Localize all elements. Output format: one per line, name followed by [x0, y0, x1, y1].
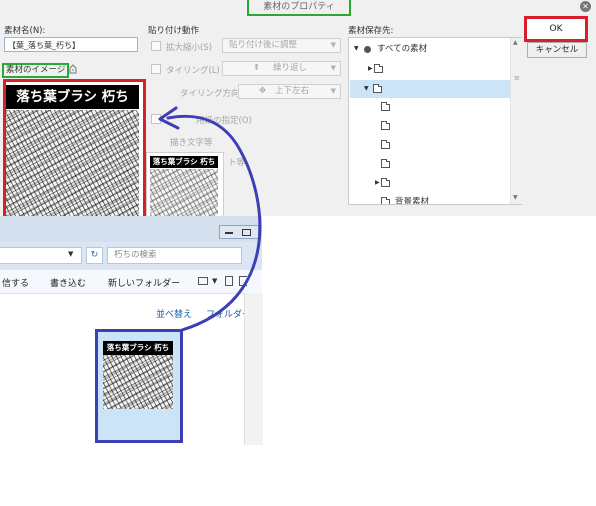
chevron-down-icon[interactable]: ▼	[68, 250, 73, 258]
file-thumbnail-texture	[103, 355, 173, 409]
tiling-direction-label: タイリング方向:	[180, 89, 243, 99]
new-folder-button[interactable]: 新しいフォルダー	[108, 276, 180, 289]
folder-icon	[381, 178, 390, 187]
tiling-checkbox[interactable]	[151, 64, 161, 74]
share-button[interactable]: 信する	[2, 276, 29, 289]
sort-link[interactable]: 並べ替え	[156, 307, 192, 320]
paper-specify-label: 用紙の指定(O)	[196, 116, 252, 126]
scale-select-value: 貼り付け後に調整	[229, 40, 298, 50]
scale-checkbox[interactable]	[151, 41, 161, 51]
chevron-down-icon: ▼	[330, 41, 336, 49]
save-destination-label: 素材保存先:	[348, 26, 394, 36]
refresh-icon[interactable]: ↻	[86, 247, 103, 264]
scale-label: 拡大縮小(S)	[166, 43, 213, 53]
material-image-label: 素材のイメージ	[2, 63, 70, 78]
caret-down-icon: ▼	[364, 85, 369, 92]
scroll-down-icon[interactable]: ▼	[513, 194, 518, 201]
dialog-title: 素材のプロパティ	[247, 0, 351, 16]
folder-icon	[381, 102, 390, 111]
caret-down-icon: ▼	[354, 45, 359, 52]
caret-right-icon: ▶	[375, 179, 380, 186]
tree-item-folder[interactable]: ▶	[350, 60, 512, 78]
tiling-icon: ⇞	[253, 63, 261, 73]
material-name-input[interactable]: 【葉_落ち葉_朽ち】	[4, 37, 138, 52]
tree-item-folder[interactable]	[350, 155, 512, 173]
tiling-label: タイリング(L)	[166, 66, 220, 76]
folder-icon	[381, 197, 390, 204]
tree-partial-label: 背景素材	[395, 197, 430, 205]
burn-button[interactable]: 書き込む	[50, 276, 86, 289]
file-thumbnail-title: 落ち葉ブラシ 朽ち	[103, 341, 173, 355]
tree-item-folder[interactable]	[350, 117, 512, 135]
close-icon[interactable]: ✕	[580, 1, 591, 12]
chevron-down-icon[interactable]: ▼	[212, 277, 217, 285]
folder-icon	[381, 140, 390, 149]
scroll-grip-icon[interactable]: ≡	[514, 74, 520, 82]
search-input[interactable]: 朽ちの検索	[107, 247, 242, 264]
folder-icon	[374, 64, 383, 73]
preview-pane-icon[interactable]	[225, 276, 233, 286]
globe-icon	[364, 46, 371, 53]
tree-item-all-materials[interactable]: ▼ すべての素材	[350, 40, 512, 58]
help-icon[interactable]	[239, 276, 247, 286]
paper-specify-checkbox[interactable]	[151, 114, 161, 124]
open-folder-icon	[373, 84, 382, 93]
tree-item-background[interactable]: 背景素材	[350, 193, 512, 205]
minimize-icon[interactable]	[225, 232, 233, 234]
address-bar[interactable]: ▼	[0, 247, 82, 264]
tree-root-label: すべての素材	[377, 44, 428, 54]
view-options-icon[interactable]	[198, 277, 208, 285]
maximize-icon[interactable]	[242, 229, 251, 236]
extra-label: ト等	[228, 158, 246, 168]
thumbnail-title: 落ち葉ブラシ 朽ち	[150, 156, 218, 168]
tree-scrollbar[interactable]: ▲ ≡ ▼	[510, 38, 522, 204]
material-name-label: 素材名(N):	[4, 26, 46, 36]
window-controls[interactable]	[219, 225, 259, 239]
scroll-up-icon[interactable]: ▲	[513, 39, 518, 46]
preview-title: 落ち葉ブラシ 朽ち	[6, 85, 139, 109]
cancel-button[interactable]: キャンセル	[527, 42, 587, 58]
draw-text-label: 描き文字等	[170, 138, 213, 148]
folder-icon	[381, 121, 390, 130]
tree-item-folder[interactable]: ▶	[350, 174, 512, 192]
thumbnail-texture	[150, 169, 218, 223]
preview-texture	[6, 110, 139, 216]
tiling-select[interactable]: ⇞ 繰り返し ▼	[222, 61, 341, 76]
edit-image-icon[interactable]	[68, 64, 78, 74]
tree-item-folder[interactable]	[350, 136, 512, 154]
tiling-direction-select[interactable]: ✥ 上下左右 ▼	[238, 84, 341, 99]
folder-icon	[381, 159, 390, 168]
explorer-scrollbar[interactable]	[244, 293, 263, 445]
save-destination-tree[interactable]: ▼ すべての素材 ▶ ▼ ▶ 背景素材	[348, 37, 522, 205]
direction-icon: ✥	[259, 86, 267, 96]
ok-button[interactable]: OK	[524, 16, 588, 42]
tree-item-folder-selected[interactable]: ▼	[350, 80, 512, 98]
caret-right-icon: ▶	[368, 65, 373, 72]
paste-behavior-header: 貼り付け動作	[148, 26, 200, 36]
tree-item-folder[interactable]	[350, 98, 512, 116]
chevron-down-icon: ▼	[330, 87, 336, 95]
tiling-direction-value: 上下左右	[275, 86, 310, 96]
scale-select[interactable]: 貼り付け後に調整 ▼	[222, 38, 341, 53]
chevron-down-icon: ▼	[330, 64, 336, 72]
